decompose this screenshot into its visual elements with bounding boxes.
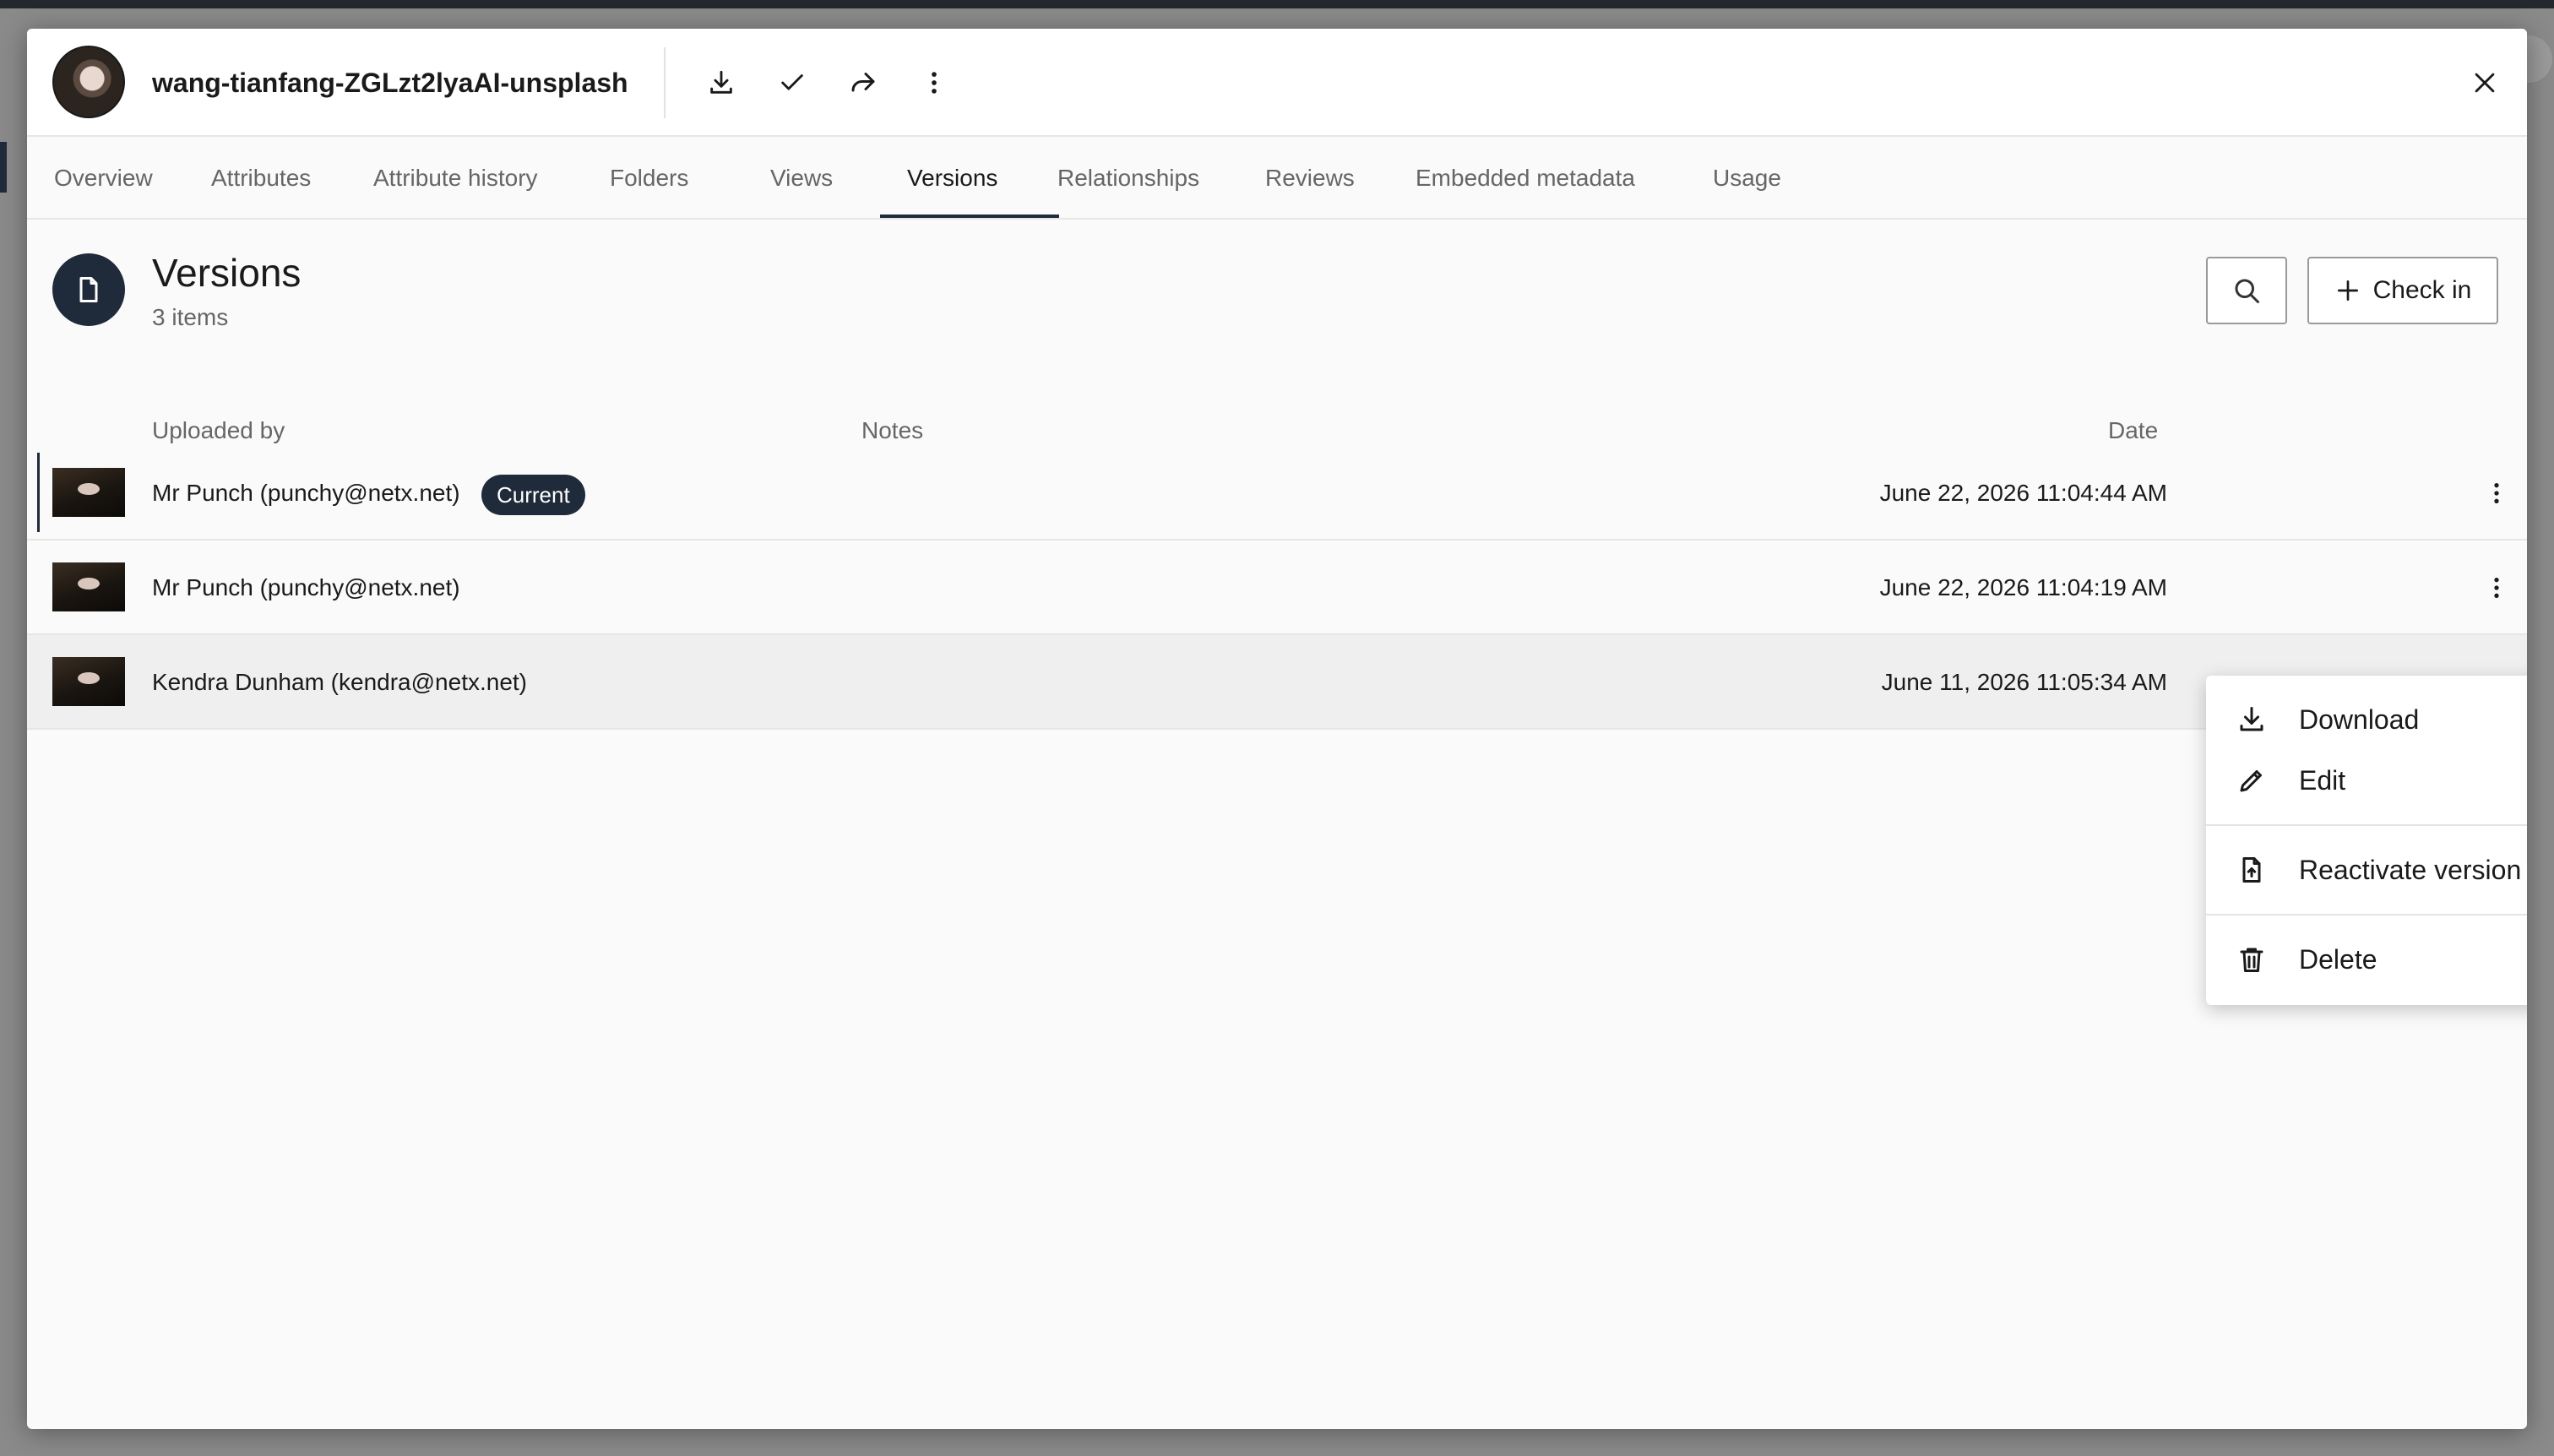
version-thumbnail [52,562,125,611]
version-context-menu: Download Edit Reactivate version Delete [2206,676,2527,1005]
check-in-label: Check in [2372,276,2472,304]
item-count: 3 items [152,304,229,330]
share-icon [851,73,875,92]
menu-item-delete[interactable]: Delete [2206,929,2527,990]
menu-item-label: Delete [2299,943,2377,975]
close-button[interactable] [2458,56,2512,110]
file-upload-icon [2242,857,2261,883]
tab-relationships[interactable]: Relationships [1057,137,1199,220]
section-icon-badge [52,253,125,326]
background-sidebar-marker [0,142,7,193]
tab-folders[interactable]: Folders [610,137,688,220]
more-actions-button[interactable] [907,56,961,110]
menu-item-reactivate-version[interactable]: Reactivate version [2206,839,2527,900]
download-button[interactable] [694,56,748,110]
asset-detail-dialog: wang-tianfang-ZGLzt2lyaAI-unsplash Overv… [27,29,2527,1429]
tab-embedded-metadata[interactable]: Embedded metadata [1416,137,1635,220]
download-icon [2240,707,2263,731]
pencil-icon [2240,770,2262,792]
tab-reviews[interactable]: Reviews [1265,137,1355,220]
menu-item-edit[interactable]: Edit [2206,750,2527,811]
tab-overview[interactable]: Overview [54,137,153,220]
close-icon [2475,73,2495,93]
menu-divider [2206,914,2527,915]
menu-divider [2206,824,2527,826]
check-in-button[interactable]: Check in [2307,257,2498,324]
row-more-button[interactable] [2473,564,2520,611]
more-vertical-icon [2494,483,2499,503]
menu-item-label: Edit [2299,764,2346,796]
active-tab-indicator [880,215,1059,218]
tab-attributes[interactable]: Attributes [211,137,311,220]
dialog-header: wang-tianfang-ZGLzt2lyaAI-unsplash [27,29,2527,137]
header-divider [664,47,666,118]
version-thumbnail [52,657,125,706]
table-row[interactable]: Kendra Dunham (kendra@netx.net) June 11,… [27,635,2527,730]
row-more-button[interactable] [2473,470,2520,517]
tab-bar: Overview Attributes Attribute history Fo… [27,137,2527,220]
version-thumbnail [52,468,125,517]
app-top-bar [0,0,2554,8]
search-icon [2235,279,2259,303]
menu-item-label: Reactivate version [2299,854,2522,885]
uploaded-by-cell: Mr Punch (punchy@netx.net) [152,480,460,506]
tab-attribute-history[interactable]: Attribute history [373,137,538,220]
tab-views[interactable]: Views [770,137,833,220]
asset-thumbnail-avatar [52,46,125,118]
menu-item-label: Download [2299,704,2420,735]
table-row[interactable]: Mr Punch (punchy@netx.net) June 22, 2026… [27,541,2527,635]
share-button[interactable] [836,56,890,110]
table-row[interactable]: Mr Punch (punchy@netx.net) Current June … [27,446,2527,541]
more-vertical-icon [932,72,937,94]
search-button[interactable] [2206,257,2287,324]
checkmark-icon [781,74,803,90]
uploaded-by-cell: Kendra Dunham (kendra@netx.net) [152,669,527,695]
tab-usage[interactable]: Usage [1713,137,1781,220]
date-cell: June 22, 2026 11:04:19 AM [1879,574,2167,600]
status-badge: Current [481,475,585,515]
section-title: Versions [152,251,302,295]
plus-icon [2337,280,2358,301]
date-cell: June 22, 2026 11:04:44 AM [1879,480,2167,506]
tab-versions[interactable]: Versions [907,137,997,220]
trash-icon [2240,948,2263,972]
approve-button[interactable] [765,56,819,110]
more-vertical-icon [2494,578,2499,598]
uploaded-by-cell: Mr Punch (punchy@netx.net) [152,574,460,600]
menu-item-download[interactable]: Download [2206,689,2527,750]
date-cell: June 11, 2026 11:05:34 AM [1881,669,2167,695]
dialog-title: wang-tianfang-ZGLzt2lyaAI-unsplash [152,68,628,98]
download-icon [710,70,732,94]
document-icon [79,277,98,302]
